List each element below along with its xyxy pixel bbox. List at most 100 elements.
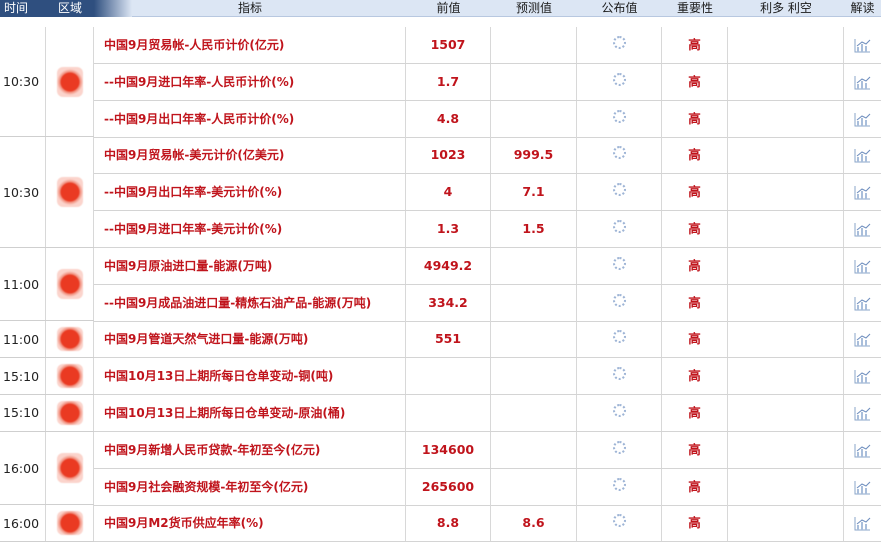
header-indicator[interactable]: 指标 [94, 0, 406, 17]
indicator-name[interactable]: 中国9月原油进口量-能源(万吨) [94, 247, 406, 284]
indicator-name[interactable]: --中国9月出口年率-人民币计价(%) [94, 100, 406, 137]
importance-level: 高 [662, 247, 728, 284]
header-importance[interactable]: 重要性 [662, 0, 728, 17]
indicator-name[interactable]: --中国9月成品油进口量-精炼石油产品-能源(万吨) [94, 284, 406, 321]
published-value [577, 27, 662, 63]
table-row[interactable]: --中国9月进口年率-美元计价(%) 1.3 1.5 高 [94, 211, 881, 248]
chart-icon[interactable] [854, 443, 871, 458]
previous-value: 4949.2 [406, 247, 491, 284]
table-row[interactable]: 中国9月M2货币供应年率(%) 8.8 8.6 高 [94, 505, 881, 542]
indicator-name[interactable]: --中国9月出口年率-美元计价(%) [94, 174, 406, 211]
interpret-cell[interactable] [844, 432, 881, 468]
previous-value: 265600 [406, 468, 491, 505]
indicator-name[interactable]: 中国9月M2货币供应年率(%) [94, 505, 406, 542]
country-flag-icon [56, 66, 83, 97]
importance-level: 高 [662, 505, 728, 542]
table-row[interactable]: --中国9月成品油进口量-精炼石油产品-能源(万吨) 334.2 高 [94, 284, 881, 322]
table-row[interactable]: --中国9月进口年率-人民币计价(%) 1.7 高 [94, 63, 881, 101]
importance-level: 高 [662, 395, 728, 431]
table-row[interactable]: 中国9月社会融资规模-年初至今(亿元) 265600 高 [94, 468, 881, 506]
header-long-short[interactable]: 利多 利空 [728, 0, 844, 17]
chart-icon[interactable] [854, 222, 871, 237]
forecast-value: 7.1 [491, 174, 577, 211]
header-forecast[interactable]: 预测值 [491, 0, 577, 17]
region-cell [46, 358, 94, 394]
forecast-value [491, 468, 577, 505]
interpret-cell[interactable] [844, 64, 881, 100]
indicator-name[interactable]: 中国9月贸易帐-人民币计价(亿元) [94, 27, 406, 63]
chart-icon[interactable] [854, 480, 871, 495]
header-published[interactable]: 公布值 [577, 0, 662, 17]
forecast-value [491, 63, 577, 100]
region-cell [46, 247, 94, 321]
chart-icon[interactable] [854, 112, 871, 127]
chart-icon[interactable] [854, 38, 871, 53]
chart-icon[interactable] [854, 406, 871, 421]
table-row[interactable]: 中国9月贸易帐-人民币计价(亿元) 1507 高 [94, 27, 881, 64]
indicator-name[interactable]: 中国9月贸易帐-美元计价(亿美元) [94, 137, 406, 174]
loading-spinner-icon [612, 146, 626, 160]
interpret-cell[interactable] [844, 137, 881, 173]
indicator-name[interactable]: 中国9月新增人民币贷款-年初至今(亿元) [94, 431, 406, 468]
interpret-cell[interactable] [844, 358, 881, 394]
forecast-value [491, 100, 577, 137]
interpret-cell[interactable] [844, 321, 881, 357]
table-row[interactable]: 中国9月新增人民币贷款-年初至今(亿元) 134600 高 [94, 431, 881, 469]
region-cell [46, 137, 94, 247]
interpret-cell[interactable] [844, 101, 881, 137]
indicator-name[interactable]: 中国10月13日上期所每日仓单变动-铜(吨) [94, 358, 406, 395]
forecast-value: 999.5 [491, 137, 577, 174]
table-row[interactable]: 中国9月原油进口量-能源(万吨) 4949.2 高 [94, 247, 881, 285]
table-row[interactable]: 中国9月管道天然气进口量-能源(万吨) 551 高 [94, 321, 881, 359]
country-flag-icon [56, 400, 83, 425]
chart-icon[interactable] [854, 296, 871, 311]
published-value [577, 395, 662, 431]
interpret-cell[interactable] [844, 248, 881, 284]
interpret-cell[interactable] [844, 27, 881, 63]
interpret-cell[interactable] [844, 211, 881, 247]
chart-icon[interactable] [854, 259, 871, 274]
indicator-name[interactable]: --中国9月进口年率-美元计价(%) [94, 211, 406, 247]
importance-level: 高 [662, 174, 728, 211]
indicator-name[interactable]: 中国9月社会融资规模-年初至今(亿元) [94, 468, 406, 505]
loading-spinner-icon [612, 109, 626, 123]
interpret-cell[interactable] [844, 395, 881, 431]
interpret-cell[interactable] [844, 505, 881, 541]
interpret-cell[interactable] [844, 285, 881, 321]
indicator-name[interactable]: --中国9月进口年率-人民币计价(%) [94, 63, 406, 100]
header-previous[interactable]: 前值 [406, 0, 491, 17]
long-short-cell [728, 100, 844, 137]
chart-icon[interactable] [854, 75, 871, 90]
loading-spinner-icon [612, 293, 626, 307]
previous-value: 1.7 [406, 63, 491, 100]
time-region-group: 10:30 [0, 27, 94, 138]
importance-level: 高 [662, 63, 728, 100]
loading-spinner-icon [612, 183, 626, 197]
table-row[interactable]: --中国9月出口年率-人民币计价(%) 4.8 高 [94, 100, 881, 138]
chart-icon[interactable] [854, 332, 871, 347]
chart-icon[interactable] [854, 185, 871, 200]
country-flag-icon [56, 269, 83, 300]
chart-icon[interactable] [854, 516, 871, 531]
published-value [577, 358, 662, 395]
header-interpret[interactable]: 解读 [844, 0, 881, 17]
published-value [577, 468, 662, 505]
table-row[interactable]: 中国10月13日上期所每日仓单变动-原油(桶) 高 [94, 395, 881, 432]
forecast-value: 1.5 [491, 211, 577, 247]
event-time: 16:00 [0, 431, 46, 505]
previous-value: 334.2 [406, 284, 491, 321]
header-time[interactable]: 时间 [0, 0, 46, 17]
table-row[interactable]: 中国10月13日上期所每日仓单变动-铜(吨) 高 [94, 358, 881, 396]
indicator-name[interactable]: 中国10月13日上期所每日仓单变动-原油(桶) [94, 395, 406, 431]
chart-icon[interactable] [854, 148, 871, 163]
chart-icon[interactable] [854, 369, 871, 384]
long-short-cell [728, 63, 844, 100]
table-row[interactable]: --中国9月出口年率-美元计价(%) 4 7.1 高 [94, 174, 881, 212]
interpret-cell[interactable] [844, 174, 881, 210]
interpret-cell[interactable] [844, 469, 881, 505]
indicator-name[interactable]: 中国9月管道天然气进口量-能源(万吨) [94, 321, 406, 358]
header-region[interactable]: 区域 [46, 0, 94, 17]
region-cell [46, 321, 94, 358]
table-row[interactable]: 中国9月贸易帐-美元计价(亿美元) 1023 999.5 高 [94, 137, 881, 175]
forecast-value [491, 284, 577, 321]
